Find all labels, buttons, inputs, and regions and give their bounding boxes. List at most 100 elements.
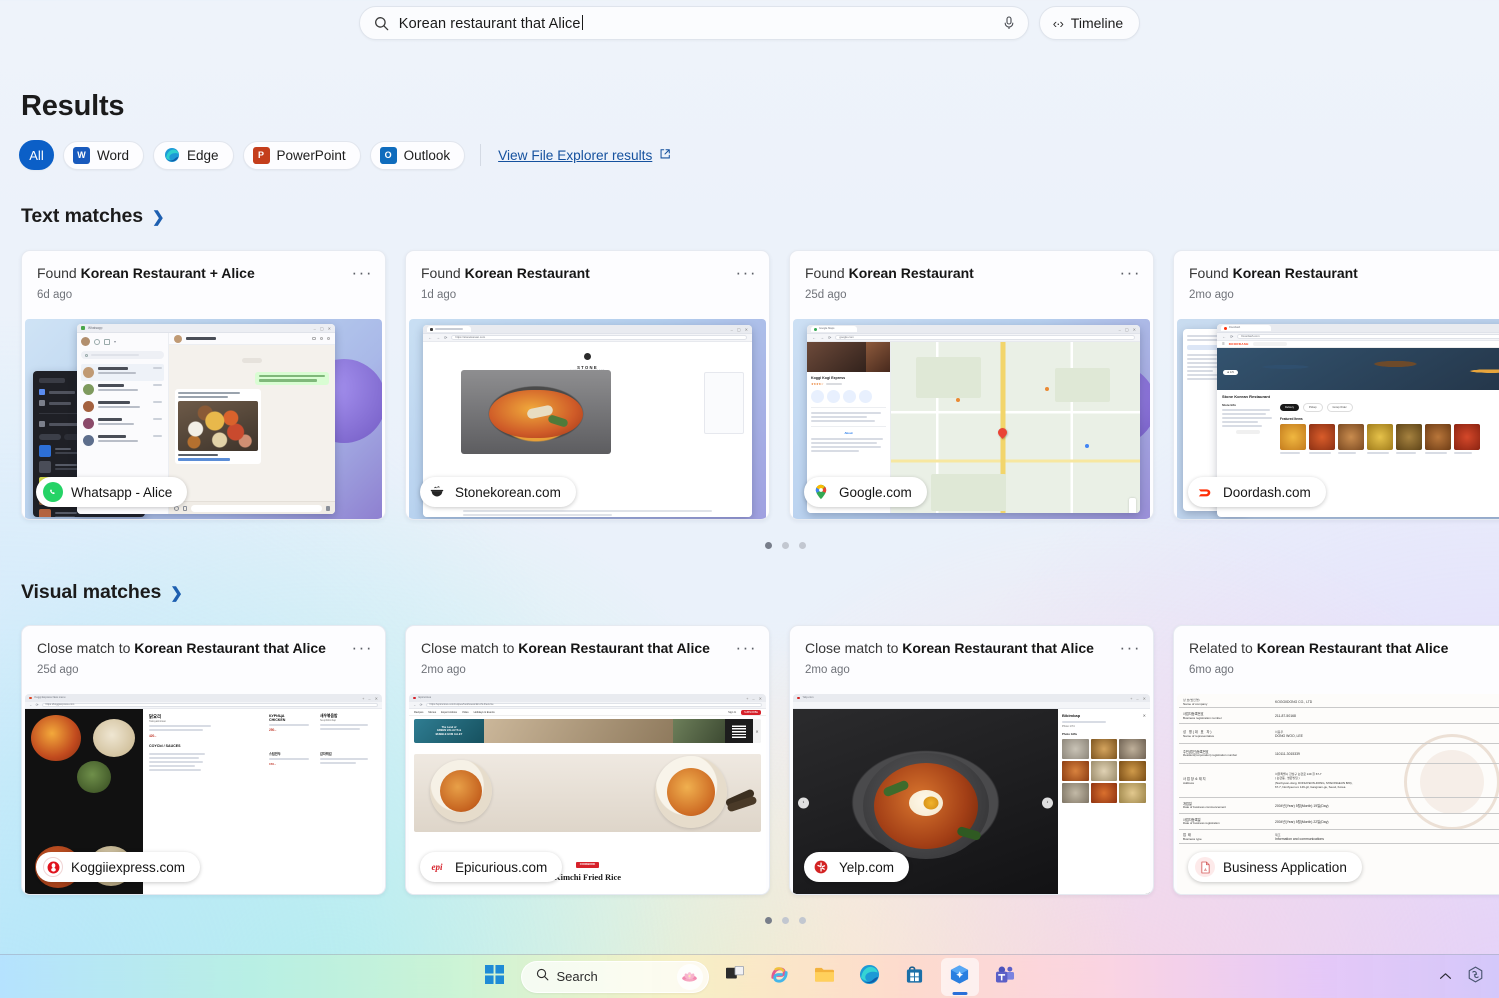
more-options-icon[interactable]: ··· xyxy=(352,644,373,652)
more-options-icon[interactable]: ··· xyxy=(736,269,757,277)
filter-chip-powerpoint-label: PowerPoint xyxy=(277,148,346,163)
result-card[interactable]: Found Korean Restaurant 1d ago ··· –▢✕ ←… xyxy=(405,250,770,520)
taskbar-search-label: Search xyxy=(557,969,669,984)
browser-tab-title: Google Maps xyxy=(819,327,834,331)
timeline-button[interactable]: ‹·› Timeline xyxy=(1039,6,1140,40)
doc-row-label-en: Business type xyxy=(1183,837,1271,841)
next-photo-button[interactable]: › xyxy=(1042,797,1053,808)
pagination-dot[interactable] xyxy=(765,542,772,549)
result-card[interactable]: Found Korean Restaurant 2mo ago ··· xyxy=(1173,250,1499,520)
card-thumbnail[interactable]: Yelp.com +–✕ ‹ › xyxy=(793,694,1150,895)
card-title: Found Korean Restaurant + Alice xyxy=(37,265,370,283)
teams-button[interactable] xyxy=(986,958,1024,996)
doc-row-value: 2004년(Year) 5월(Month) 19일(Day) xyxy=(1271,803,1499,808)
result-card[interactable]: Found Korean Restaurant 25d ago ··· Goog… xyxy=(789,250,1154,520)
search-input[interactable]: Korean restaurant that Alice xyxy=(359,6,1029,40)
filter-chip-all[interactable]: All xyxy=(19,140,54,170)
doc-row-label-en: Date of business registration xyxy=(1183,822,1271,825)
more-options-icon[interactable]: ··· xyxy=(1120,269,1141,277)
source-badge[interactable]: Stonekorean.com xyxy=(420,477,576,507)
microphone-icon[interactable] xyxy=(1002,15,1016,31)
close-icon[interactable]: ✕ xyxy=(1143,713,1146,718)
filter-chip-outlook[interactable]: O Outlook xyxy=(370,141,466,170)
card-header: Close match to Korean Restaurant that Al… xyxy=(22,626,385,676)
file-explorer-button[interactable] xyxy=(806,958,844,996)
result-card[interactable]: Found Korean Restaurant + Alice 6d ago ·… xyxy=(21,250,386,520)
microsoft-store-button[interactable] xyxy=(896,958,934,996)
lotus-flower-icon[interactable] xyxy=(677,964,703,990)
pagination-dot[interactable] xyxy=(799,917,806,924)
photo-section-label: Photo Gifts xyxy=(1062,732,1146,736)
task-view-button[interactable] xyxy=(716,958,754,996)
doc-row-value: 110111-3015339 xyxy=(1271,752,1499,756)
taskbar: Search xyxy=(0,954,1499,998)
card-thumbnail[interactable]: Doordash ←⟳ Doordash.com ☰ DOORDASH xyxy=(1177,319,1499,520)
chat-list[interactable] xyxy=(81,364,164,449)
restaurant-name: Stone Korean Restaurant xyxy=(1222,394,1499,399)
search-icon xyxy=(536,968,549,986)
section-header-visual-matches[interactable]: Visual matches ❯ xyxy=(21,581,183,604)
card-thumbnail[interactable]: Google Maps –▢✕ ←→⟳ google.com xyxy=(793,319,1150,520)
system-tray-icon[interactable] xyxy=(1466,965,1485,989)
source-badge[interactable]: Koggiiexpress.com xyxy=(36,852,200,882)
source-badge-label: Google.com xyxy=(839,485,912,500)
taskbar-search-box[interactable]: Search xyxy=(521,961,709,993)
chevron-right-icon[interactable]: ❯ xyxy=(152,208,165,226)
more-options-icon[interactable]: ··· xyxy=(736,644,757,652)
more-options-icon[interactable]: ··· xyxy=(352,269,373,277)
timeline-label: Timeline xyxy=(1071,15,1123,31)
pagination-dots-text-matches[interactable] xyxy=(765,542,806,549)
card-timestamp: 2mo ago xyxy=(1189,289,1499,301)
doordash-brand: DOORDASH xyxy=(1229,342,1249,346)
card-thumbnail[interactable]: 상 호(법인명)Name of company KOGGIIDONG CO., … xyxy=(1177,694,1499,895)
pagination-dot[interactable] xyxy=(782,917,789,924)
source-badge[interactable]: A Business Application xyxy=(1188,852,1362,882)
more-options-icon[interactable]: ··· xyxy=(1120,644,1141,652)
taskbar-items: Search xyxy=(476,958,1024,996)
recall-button[interactable] xyxy=(941,958,979,996)
browser-url: Doordash.com xyxy=(1241,334,1259,338)
message-incoming xyxy=(175,389,261,464)
edge-button[interactable] xyxy=(851,958,889,996)
filter-chip-word[interactable]: W Word xyxy=(63,141,144,170)
prev-photo-button[interactable]: ‹ xyxy=(798,797,809,808)
card-thumbnail[interactable]: –▢✕ ←→⟳ https://stonekorean.com STONE KO… xyxy=(409,319,766,520)
source-badge-label: Doordash.com xyxy=(1223,485,1311,500)
copilot-button[interactable] xyxy=(761,958,799,996)
text-matches-card-row: Found Korean Restaurant + Alice 6d ago ·… xyxy=(21,250,1499,520)
doc-row-label-en: Name of representative xyxy=(1183,734,1271,738)
photo-count: Photo 1/74 xyxy=(1062,725,1146,728)
external-link-icon xyxy=(659,148,671,163)
pagination-dot[interactable] xyxy=(765,917,772,924)
pagination-dot[interactable] xyxy=(799,542,806,549)
result-card[interactable]: Related to Korean Restaurant that Alice … xyxy=(1173,625,1499,895)
result-card[interactable]: Close match to Korean Restaurant that Al… xyxy=(789,625,1154,895)
start-button[interactable] xyxy=(476,958,514,996)
powerpoint-icon: P xyxy=(253,147,270,164)
source-badge[interactable]: Google.com xyxy=(804,477,927,507)
result-card[interactable]: Close match to Korean Restaurant that Al… xyxy=(21,625,386,895)
chevron-right-icon[interactable]: ❯ xyxy=(170,584,183,602)
source-badge[interactable]: Yelp.com xyxy=(804,852,909,882)
chevron-up-icon[interactable] xyxy=(1439,968,1452,986)
edge-icon xyxy=(859,964,880,990)
card-thumbnail[interactable]: Whatsapp –▢✕ ▾ xyxy=(25,319,382,520)
source-badge[interactable]: Doordash.com xyxy=(1188,477,1326,507)
source-badge[interactable]: epi Epicurious.com xyxy=(420,852,562,882)
result-card[interactable]: Close match to Korean Restaurant that Al… xyxy=(405,625,770,895)
filter-chip-edge[interactable]: Edge xyxy=(153,141,234,170)
pagination-dot[interactable] xyxy=(782,542,789,549)
view-file-explorer-results-link[interactable]: View File Explorer results xyxy=(498,148,671,163)
message-outgoing xyxy=(255,372,329,385)
card-thumbnail[interactable]: Epicurious +–✕ ←⟳ https://epicurious.com… xyxy=(409,694,766,895)
doc-row-value: Information and communications xyxy=(1275,837,1499,841)
source-badge-label: Stonekorean.com xyxy=(455,485,561,500)
card-thumbnail[interactable]: Koggi Express New menu +–✕ ←⟳ https://ko… xyxy=(25,694,382,895)
card-title: Close match to Korean Restaurant that Al… xyxy=(421,640,754,658)
pagination-dots-visual-matches[interactable] xyxy=(765,917,806,924)
filter-chips: All W Word Edge P PowerPoint O Outlook V… xyxy=(19,140,671,170)
card-header: Found Korean Restaurant 25d ago ··· xyxy=(790,251,1153,301)
section-header-text-matches[interactable]: Text matches ❯ xyxy=(21,205,165,228)
filter-chip-powerpoint[interactable]: P PowerPoint xyxy=(243,141,361,170)
source-badge[interactable]: Whatsapp - Alice xyxy=(36,477,187,507)
